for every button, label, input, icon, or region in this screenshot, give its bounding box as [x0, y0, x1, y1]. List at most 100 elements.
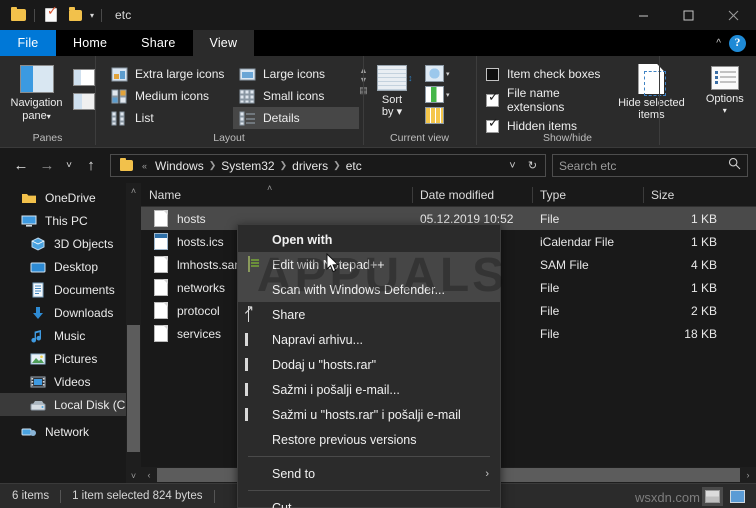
hide-selected-items-button[interactable]: Hide selected items [609, 60, 693, 121]
sidebar-item-network[interactable]: Network [0, 420, 141, 443]
layout-medium-icons[interactable]: Medium icons [105, 85, 233, 107]
layout-gallery: Extra large icons Large icons Medium ico… [95, 60, 359, 129]
properties-icon[interactable] [40, 4, 62, 26]
menu-item-scan-with-windows-defender[interactable]: Scan with Windows Defender... [238, 277, 500, 302]
details-pane-icon[interactable] [73, 93, 95, 110]
size-all-columns-button[interactable] [425, 107, 450, 124]
breadcrumb-system32[interactable]: System32 [217, 159, 278, 173]
layout-details[interactable]: Details [233, 107, 359, 129]
menu-item-share[interactable]: Share [238, 302, 500, 327]
status-divider [60, 490, 61, 503]
layout-extra-large-icons[interactable]: Extra large icons [105, 63, 233, 85]
file-name-extensions-option[interactable]: File name extensions [486, 86, 609, 114]
column-header-date-modified[interactable]: Date modified [412, 183, 532, 207]
sidebar-scrollbar-thumb[interactable] [127, 325, 140, 452]
blank-icon [248, 466, 264, 482]
layout-label: Large icons [263, 67, 325, 81]
options-button[interactable]: Options ▾ [694, 60, 756, 116]
tab-home[interactable]: Home [56, 30, 124, 56]
breadcrumb-separator-icon[interactable]: ❯ [208, 160, 218, 171]
column-header-name[interactable]: Name ˄ [141, 183, 412, 207]
group-label-layout: Layout [95, 128, 363, 147]
up-button[interactable]: ↑ [78, 153, 104, 179]
menu-item-sazmi-u-hosts-rar-i-posalji-email[interactable]: Sažmi u "hosts.rar" i pošalji e-mail [238, 402, 500, 427]
scroll-up-icon[interactable]: ˄ [131, 183, 136, 198]
large-icons-view-icon [730, 490, 745, 503]
search-input[interactable]: Search etc [559, 159, 616, 173]
breadcrumb-overflow-icon[interactable]: « [137, 161, 151, 171]
sidebar-item-onedrive[interactable]: OneDrive [0, 186, 141, 209]
sidebar-item-pictures[interactable]: Pictures [0, 347, 141, 370]
menu-item-sazmi-i-posalji-email[interactable]: Sažmi i pošalji e-mail... [238, 377, 500, 402]
menu-item-dodaj-u-hosts-rar[interactable]: Dodaj u "hosts.rar" [238, 352, 500, 377]
add-columns-button[interactable]: ▾ [425, 65, 450, 82]
menu-item-napravi-arhivu[interactable]: Napravi arhivu... [238, 327, 500, 352]
search-box[interactable]: Search etc [552, 154, 748, 177]
menu-item-send-to[interactable]: Send to › [238, 461, 500, 486]
maximize-icon[interactable] [666, 0, 711, 30]
navigation-pane-icon [20, 65, 54, 93]
tab-view[interactable]: View [193, 30, 255, 56]
layout-list[interactable]: List [105, 107, 233, 129]
menu-item-open-with[interactable]: Open with [238, 227, 500, 252]
chevron-down-icon[interactable]: ▾ [47, 112, 51, 121]
column-header-type[interactable]: Type [532, 183, 643, 207]
tab-file[interactable]: File [0, 30, 56, 56]
layout-large-icons[interactable]: Large icons [233, 63, 359, 85]
forward-button[interactable]: → [34, 153, 60, 179]
sidebar-item-local-disk[interactable]: Local Disk (C:) [0, 393, 141, 416]
chevron-up-icon[interactable]: ^ [716, 38, 721, 49]
scroll-right-icon[interactable]: › [740, 467, 756, 483]
layout-small-icons[interactable]: Small icons [233, 85, 359, 107]
sidebar-item-documents[interactable]: Documents [0, 278, 141, 301]
breadcrumb-separator-icon[interactable]: ❯ [332, 160, 342, 171]
sidebar-item-videos[interactable]: Videos [0, 370, 141, 393]
chevron-down-icon[interactable]: ▾ [723, 106, 727, 115]
breadcrumb-etc[interactable]: etc [342, 159, 366, 173]
file-name: protocol [177, 304, 220, 318]
checkbox-checked-icon[interactable] [486, 94, 499, 107]
menu-item-restore-previous-versions[interactable]: Restore previous versions [238, 427, 500, 452]
checkbox-icon[interactable] [486, 68, 499, 81]
scroll-down-icon[interactable]: ˅ [131, 468, 136, 483]
minimize-icon[interactable] [621, 0, 666, 30]
sidebar-item-downloads[interactable]: Downloads [0, 301, 141, 324]
sidebar-item-this-pc[interactable]: This PC [0, 209, 141, 232]
breadcrumb-separator-icon[interactable]: ❯ [279, 160, 289, 171]
item-check-boxes-option[interactable]: Item check boxes [486, 67, 609, 81]
help-icon[interactable]: ? [729, 35, 746, 52]
add-columns-button-2[interactable]: ▾ [425, 86, 450, 103]
recent-locations-button[interactable]: ˅ [60, 153, 78, 179]
close-icon[interactable] [711, 0, 756, 30]
address-path-box[interactable]: « Windows ❯ System32 ❯ drivers ❯ etc ˅ ↻ [110, 154, 546, 177]
preview-pane-icon[interactable] [73, 69, 95, 86]
column-header-size[interactable]: Size [643, 183, 727, 207]
refresh-icon[interactable]: ↻ [525, 159, 540, 172]
navigation-pane-button[interactable]: Navigation pane▾ [0, 60, 73, 123]
sidebar-item-3d-objects[interactable]: 3D Objects [0, 232, 141, 255]
search-icon[interactable] [728, 157, 741, 175]
folder-icon[interactable] [7, 4, 29, 26]
sidebar-item-label: Downloads [54, 306, 113, 320]
sort-by-button[interactable]: ↕ Sort by ▾ [363, 60, 421, 118]
scroll-left-icon[interactable]: ‹ [141, 467, 157, 483]
chevron-down-icon[interactable]: ▾ [88, 11, 96, 20]
back-button[interactable]: ← [8, 153, 34, 179]
breadcrumb-drivers[interactable]: drivers [288, 159, 332, 173]
chevron-down-icon[interactable]: ▾ [446, 91, 450, 99]
details-view-button[interactable] [702, 487, 723, 506]
show-hide-checkboxes: Item check boxes File name extensions Hi… [476, 60, 609, 133]
sidebar-item-desktop[interactable]: Desktop [0, 255, 141, 278]
chevron-down-icon[interactable]: ˅ [505, 160, 520, 172]
sidebar-item-music[interactable]: Music [0, 324, 141, 347]
tab-share[interactable]: Share [124, 30, 192, 56]
3d-objects-icon [30, 236, 46, 252]
blank-icon [248, 432, 264, 448]
large-icons-view-button[interactable] [727, 487, 748, 506]
menu-item-cut[interactable]: Cut [238, 495, 500, 508]
breadcrumb-windows[interactable]: Windows [151, 159, 208, 173]
chevron-down-icon[interactable]: ▾ [446, 70, 450, 78]
sortby-line2: by ▾ [382, 106, 402, 118]
new-folder-icon[interactable] [64, 4, 86, 26]
menu-item-edit-with-notepad-plus-plus[interactable]: Edit with Notepad++ [238, 252, 500, 277]
